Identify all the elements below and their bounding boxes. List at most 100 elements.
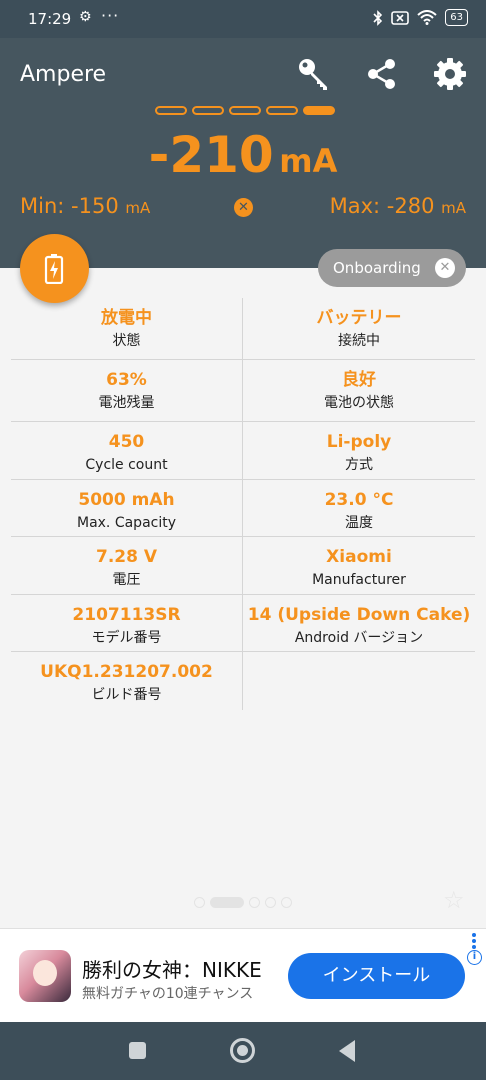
info-cell: 放電中 状態: [11, 298, 243, 359]
info-value: 2107113SR: [72, 605, 181, 625]
silent-icon: [391, 10, 410, 25]
ad-banner[interactable]: 勝利の女神：NIKKE 無料ガチャの10連チャンス インストール i: [0, 928, 486, 1022]
close-icon[interactable]: ✕: [435, 258, 455, 278]
battery-icon: 63: [445, 9, 468, 26]
info-row: 63% 電池残量 良好電池の状態: [11, 360, 475, 422]
current-unit: mA: [279, 142, 338, 180]
min-reading: Min: -150 mA: [20, 194, 150, 218]
info-label: 電池残量: [98, 395, 155, 411]
info-cell: 7.28 V 電圧: [11, 537, 243, 594]
page-dot[interactable]: [192, 106, 224, 115]
info-row: 2107113SR モデル番号 14 (Upside Down Cake) Andr…: [11, 595, 475, 652]
status-bar: 17:29 ⚙ ··· 63: [0, 0, 486, 38]
info-label: Max. Capacity: [76, 515, 177, 531]
info-cell: 良好 電池の状態: [243, 360, 475, 421]
onboarding-chip[interactable]: Onboarding ✕: [318, 249, 466, 287]
current-value: -210: [148, 126, 274, 184]
page-dot[interactable]: [194, 897, 205, 908]
info-cell: UKQ1.231207.002 ビルド番号: [11, 652, 243, 710]
recents-icon[interactable]: [129, 1042, 146, 1059]
info-label: Manufacturer: [312, 572, 406, 588]
system-nav-bar: [0, 1022, 486, 1080]
info-label: 電圧: [112, 572, 141, 588]
info-value: 63%: [106, 370, 147, 390]
battery-info-grid: 放電中状態 バッテリー接続中 63% 電池残量 良好電池の状態 450 Cycle …: [11, 298, 475, 710]
page-dot-active[interactable]: [210, 897, 244, 908]
info-value: 良好: [342, 370, 376, 390]
app-header: Ampere -210 mA Min: -150 mA ✕ Max: -280 …: [0, 38, 486, 268]
max-reading: Max: -280 mA: [330, 194, 466, 218]
info-label: 状態: [112, 333, 141, 349]
info-cell: 63% 電池残量: [11, 360, 243, 421]
bluetooth-icon: [373, 9, 383, 26]
info-cell: 5000 mAh Max. Capacity: [11, 480, 243, 536]
header-page-indicator: [155, 106, 335, 115]
info-cell: Li-poly 方式: [243, 422, 475, 479]
page-dot[interactable]: [249, 897, 260, 908]
ad-info-icon[interactable]: i: [467, 950, 482, 965]
info-cell-empty: [243, 652, 475, 710]
content-page-indicator: [194, 897, 292, 908]
ad-subtitle: 無料ガチャの10連チャンス: [82, 986, 254, 1002]
info-label: 接続中: [338, 333, 380, 349]
info-label: 方式: [345, 457, 373, 473]
info-row: 7.28 V 電圧 Xiaomi Manufacturer: [11, 537, 475, 595]
min-label: Min: -150: [20, 194, 119, 218]
info-value: 23.0 °C: [324, 490, 394, 510]
info-label: Cycle count: [85, 457, 168, 473]
info-row: 放電中状態 バッテリー接続中: [11, 298, 475, 360]
share-icon[interactable]: [364, 56, 400, 92]
more-notifications-icon: ···: [101, 6, 120, 25]
info-value: バッテリー: [316, 308, 402, 328]
info-cell: Xiaomi Manufacturer: [243, 537, 475, 594]
page-dot-active[interactable]: [303, 106, 335, 115]
page-dot[interactable]: [229, 106, 261, 115]
info-label: 温度: [345, 515, 373, 531]
page-dot[interactable]: [155, 106, 187, 115]
max-unit: mA: [441, 199, 466, 217]
info-value: 5000 mAh: [78, 490, 175, 510]
ad-title[interactable]: 勝利の女神：NIKKE: [82, 954, 262, 983]
info-value: UKQ1.231207.002: [40, 662, 213, 682]
reset-minmax-icon[interactable]: ✕: [234, 198, 253, 217]
home-icon[interactable]: [230, 1038, 255, 1063]
info-value: Li-poly: [326, 432, 392, 452]
info-value: 放電中: [101, 308, 152, 328]
current-reading: -210 mA: [0, 126, 486, 184]
info-row: 450 Cycle count Li-poly 方式: [11, 422, 475, 480]
status-icons: 63: [373, 9, 468, 26]
ad-menu-icon[interactable]: [472, 933, 476, 951]
wifi-icon: [417, 10, 437, 25]
page-dot[interactable]: [265, 897, 276, 908]
gear-icon[interactable]: [432, 56, 468, 92]
battery-fab-button[interactable]: [20, 234, 89, 303]
key-icon[interactable]: [296, 56, 332, 92]
star-icon[interactable]: ☆: [443, 886, 465, 914]
info-label: ビルド番号: [91, 687, 162, 703]
info-label: 電池の状態: [324, 395, 394, 411]
min-unit: mA: [125, 199, 151, 217]
info-cell: 23.0 °C 温度: [243, 480, 475, 536]
ad-app-icon[interactable]: [19, 950, 71, 1002]
back-icon[interactable]: [339, 1040, 355, 1062]
page-dot[interactable]: [281, 897, 292, 908]
onboarding-label: Onboarding: [333, 259, 421, 277]
info-cell: 2107113SR モデル番号: [11, 595, 243, 651]
settings-notification-icon: ⚙: [79, 9, 92, 25]
info-label: Android バージョン: [294, 630, 424, 646]
ad-install-button[interactable]: インストール: [288, 953, 465, 999]
page-dot[interactable]: [266, 106, 298, 115]
status-time: 17:29: [28, 10, 72, 28]
info-cell: バッテリー 接続中: [243, 298, 475, 359]
battery-charging-icon: [44, 254, 64, 284]
info-value: 450: [108, 432, 145, 452]
info-row: UKQ1.231207.002 ビルド番号: [11, 652, 475, 710]
max-label: Max: -280: [329, 194, 435, 218]
app-title: Ampere: [20, 62, 107, 87]
info-value: 7.28 V: [95, 547, 158, 567]
info-label: モデル番号: [91, 630, 162, 646]
info-cell: 450 Cycle count: [11, 422, 243, 479]
info-cell: 14 (Upside Down Cake) Android バージョン: [243, 595, 475, 651]
info-value: Xiaomi: [326, 547, 392, 567]
info-value: 14 (Upside Down Cake): [247, 605, 471, 625]
